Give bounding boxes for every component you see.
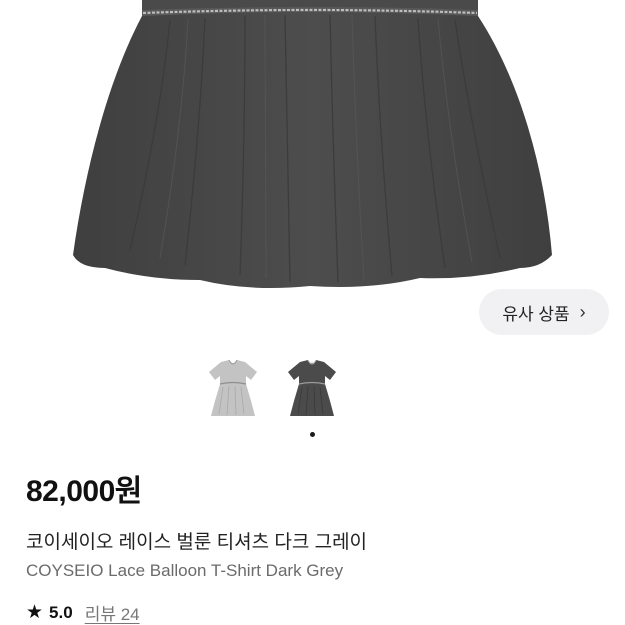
- thumbnail-light-grey[interactable]: [199, 354, 267, 422]
- carousel-indicator: [0, 432, 625, 440]
- thumbnail-dark-grey[interactable]: [278, 354, 346, 422]
- product-image[interactable]: [0, 0, 625, 300]
- dark-grey-shirt-icon: [288, 359, 336, 416]
- product-title-english: COYSEIO Lace Balloon T-Shirt Dark Grey: [26, 561, 344, 580]
- rating-value: 5.0: [49, 602, 73, 622]
- similar-products-label: 유사 상품: [502, 304, 570, 324]
- product-page: 유사 상품 › 82,000원 코이세이오 레이스 벌룬 티셔츠 다크 그레이: [0, 0, 625, 625]
- reviews-link[interactable]: 리뷰 24: [85, 600, 140, 625]
- light-grey-shirt-icon: [209, 359, 257, 416]
- product-price: 82,000원: [26, 475, 142, 508]
- chevron-right-icon: ›: [579, 302, 586, 322]
- carousel-dot-active[interactable]: [310, 432, 315, 437]
- rating-row: ★ 5.0 리뷰 24: [26, 600, 140, 625]
- garment-illustration: [73, 0, 552, 288]
- variant-thumbnails: [0, 354, 625, 426]
- similar-products-button[interactable]: 유사 상품 ›: [479, 289, 609, 335]
- product-title-korean: 코이세이오 레이스 벌룬 티셔츠 다크 그레이: [26, 532, 368, 553]
- star-icon: ★: [26, 602, 44, 623]
